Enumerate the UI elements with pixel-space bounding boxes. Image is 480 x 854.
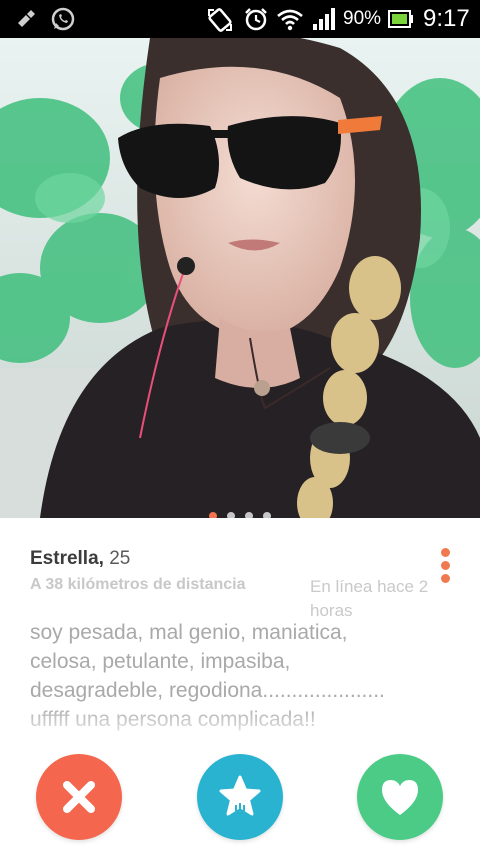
- status-bar: 90% 9:17: [0, 0, 480, 38]
- bio-line: soy pesada, mal genio, maniatica,: [30, 621, 348, 644]
- bio-line: celosa, petulante, impasiba,: [30, 650, 291, 673]
- nope-button[interactable]: [36, 754, 122, 840]
- battery-icon: [388, 10, 413, 28]
- alarm-icon: [245, 8, 267, 31]
- close-icon: [63, 781, 95, 813]
- clock: 9:17: [423, 5, 470, 32]
- like-button[interactable]: [357, 754, 443, 840]
- profile-info-card: Estrella, 25 A 38 kilómetros de distanci…: [0, 518, 480, 854]
- star-icon: [219, 775, 261, 816]
- profile-name: Estrella,: [30, 548, 104, 569]
- bio-line: ufffff una persona complicada!!: [30, 708, 316, 731]
- last-online: En línea hace 2 horas: [310, 577, 429, 620]
- name-age: Estrella, 25: [30, 548, 130, 570]
- superlike-button[interactable]: [197, 754, 283, 840]
- battery-percent: 90%: [343, 8, 382, 29]
- usb-debug-icon: [18, 10, 35, 27]
- profile-bio: soy pesada, mal genio, maniatica, celosa…: [30, 618, 450, 734]
- signal-icon: [313, 8, 335, 30]
- heart-icon: [382, 780, 418, 815]
- profile-photo-image: [0, 38, 480, 518]
- bio-line: desagradeble, regodiona.................…: [30, 679, 385, 702]
- profile-age: 25: [109, 548, 131, 569]
- auto-rotate-icon: [208, 8, 232, 32]
- wifi-icon: [277, 9, 303, 31]
- whatsapp-icon: [51, 7, 75, 31]
- profile-photo[interactable]: [0, 38, 480, 518]
- more-options-icon[interactable]: [438, 548, 452, 588]
- profile-distance: A 38 kilómetros de distancia: [30, 576, 246, 593]
